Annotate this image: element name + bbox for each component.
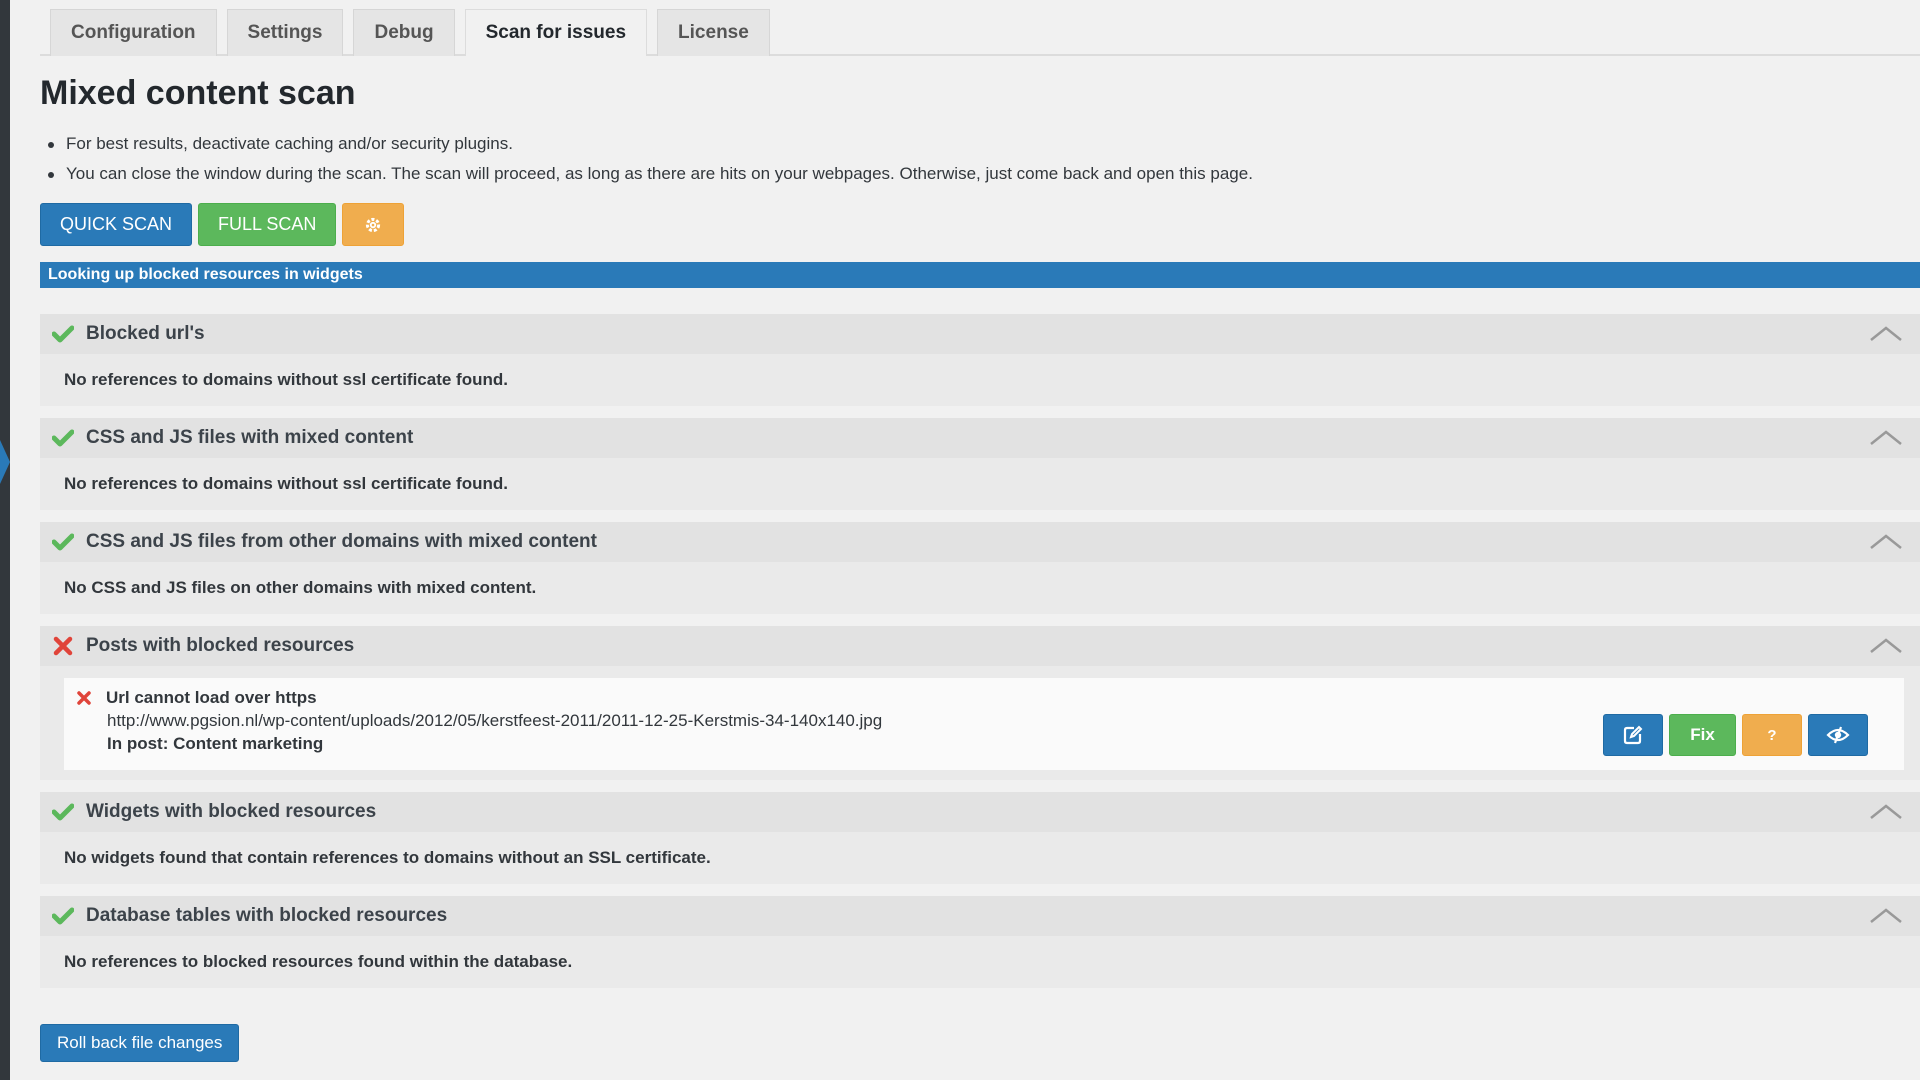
scan-settings-button[interactable] — [342, 203, 405, 246]
issue-title: Url cannot load over https — [106, 688, 317, 707]
fix-button[interactable]: Fix — [1669, 714, 1736, 756]
issue-item: Url cannot load over https http://www.pg… — [64, 678, 1904, 770]
tab-debug[interactable]: Debug — [353, 9, 455, 56]
section-message: No widgets found that contain references… — [64, 848, 711, 867]
chevron-up-icon[interactable] — [1868, 530, 1904, 554]
edit-icon — [1623, 725, 1643, 745]
issue-actions: Fix ? — [1603, 714, 1868, 756]
issue-container: Url cannot load over https http://www.pg… — [40, 666, 1920, 780]
section-posts-blocked: Posts with blocked resources Url cannot … — [40, 626, 1920, 780]
note-item: For best results, deactivate caching and… — [46, 129, 1920, 159]
scan-notes: For best results, deactivate caching and… — [46, 129, 1920, 189]
section-title: Blocked url's — [86, 323, 205, 344]
section-blocked-urls: Blocked url's No references to domains w… — [40, 314, 1920, 406]
section-widgets-blocked: Widgets with blocked resources No widget… — [40, 792, 1920, 884]
ignore-button[interactable] — [1808, 714, 1868, 756]
check-icon — [50, 903, 76, 929]
section-message: No references to domains without ssl cer… — [64, 370, 508, 389]
error-x-icon — [50, 633, 76, 659]
help-button[interactable]: ? — [1742, 714, 1802, 756]
section-message: No references to domains without ssl cer… — [64, 474, 508, 493]
check-icon — [50, 425, 76, 451]
tab-configuration[interactable]: Configuration — [50, 9, 217, 56]
section-header[interactable]: Database tables with blocked resources — [40, 896, 1920, 936]
rollback-button[interactable]: Roll back file changes — [40, 1024, 240, 1062]
edit-button[interactable] — [1603, 714, 1663, 756]
section-header[interactable]: CSS and JS files with mixed content — [40, 418, 1920, 458]
check-icon — [50, 799, 76, 825]
section-header[interactable]: Widgets with blocked resources — [40, 792, 1920, 832]
full-scan-button[interactable]: FULL SCAN — [198, 203, 337, 246]
gear-icon — [366, 217, 381, 232]
progress-text: Looking up blocked resources in widgets — [48, 266, 363, 283]
section-css-js-other-domains: CSS and JS files from other domains with… — [40, 522, 1920, 614]
chevron-up-icon[interactable] — [1868, 426, 1904, 450]
chevron-up-icon[interactable] — [1868, 904, 1904, 928]
note-item: You can close the window during the scan… — [46, 159, 1920, 189]
page-title: Mixed content scan — [40, 74, 356, 112]
section-database-blocked: Database tables with blocked resources N… — [40, 896, 1920, 988]
chevron-up-icon[interactable] — [1868, 322, 1904, 346]
tab-license[interactable]: License — [657, 9, 770, 56]
scan-progress-bar: Looking up blocked resources in widgets — [40, 262, 1920, 288]
check-icon — [50, 321, 76, 347]
admin-sidebar-edge — [0, 0, 10, 1080]
section-header[interactable]: Posts with blocked resources — [40, 626, 1920, 666]
quick-scan-button[interactable]: QUICK SCAN — [40, 203, 193, 246]
error-x-icon — [74, 688, 94, 708]
section-title: CSS and JS files from other domains with… — [86, 531, 597, 552]
section-title: Database tables with blocked resources — [86, 905, 448, 926]
issue-title-row: Url cannot load over https — [74, 688, 1904, 708]
section-css-js-mixed: CSS and JS files with mixed content No r… — [40, 418, 1920, 510]
chevron-up-icon[interactable] — [1868, 800, 1904, 824]
section-title: Posts with blocked resources — [86, 635, 355, 656]
sidebar-collapse-indicator — [0, 440, 10, 484]
main-content: Configuration Settings Debug Scan for is… — [40, 0, 1920, 1062]
section-header[interactable]: CSS and JS files from other domains with… — [40, 522, 1920, 562]
tab-settings[interactable]: Settings — [226, 9, 344, 56]
section-message: No CSS and JS files on other domains wit… — [64, 578, 537, 597]
chevron-up-icon[interactable] — [1868, 634, 1904, 658]
hide-icon — [1826, 726, 1850, 744]
section-title: CSS and JS files with mixed content — [86, 427, 414, 448]
section-header[interactable]: Blocked url's — [40, 314, 1920, 354]
tab-scan-for-issues[interactable]: Scan for issues — [464, 9, 648, 56]
section-title: Widgets with blocked resources — [86, 801, 377, 822]
tab-bar: Configuration Settings Debug Scan for is… — [40, 0, 1920, 56]
check-icon — [50, 529, 76, 555]
scan-button-group: QUICK SCAN FULL SCAN — [40, 203, 1920, 246]
section-message: No references to blocked resources found… — [64, 952, 573, 971]
